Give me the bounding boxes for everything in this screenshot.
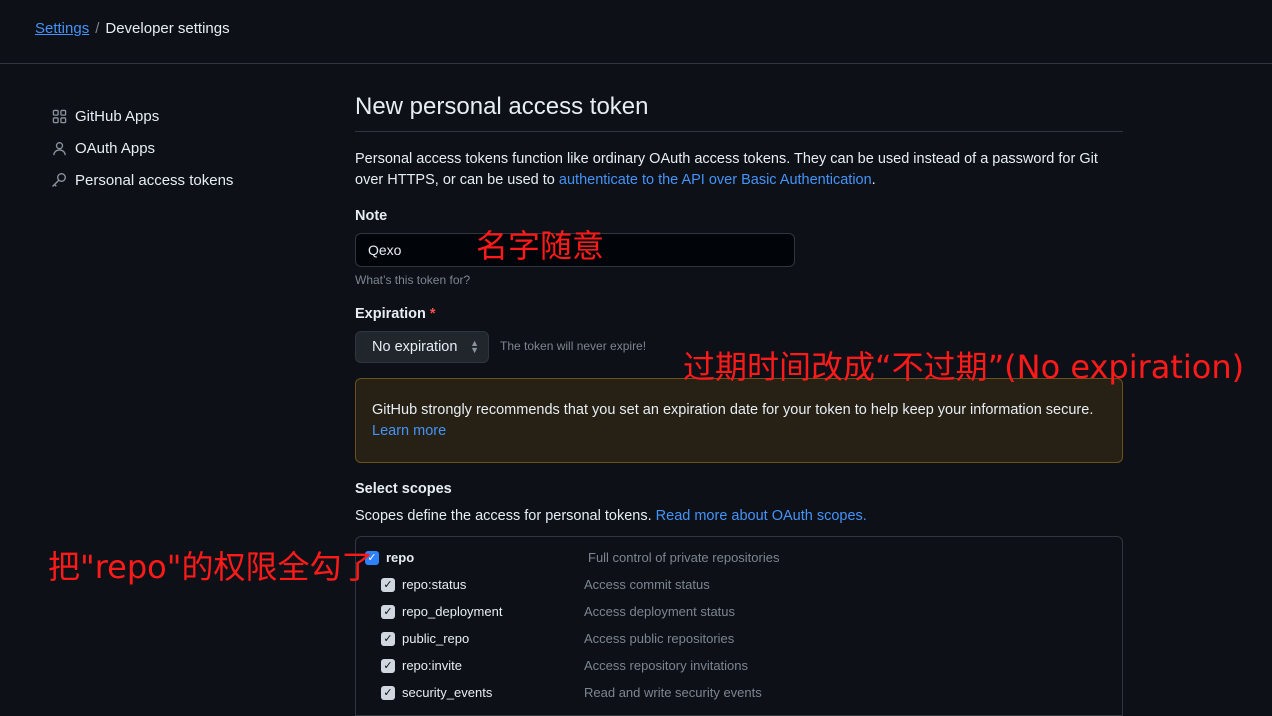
intro-suffix: . bbox=[871, 172, 876, 188]
scopes-desc-text: Scopes define the access for personal to… bbox=[355, 508, 656, 524]
annotation-note: 名字随意 bbox=[476, 227, 605, 265]
scope-desc: Read and write security events bbox=[584, 685, 762, 700]
scope-checkbox-public-repo[interactable]: ✓ bbox=[381, 631, 395, 646]
learn-more-link[interactable]: Learn more bbox=[372, 423, 446, 439]
expiration-select[interactable]: No expiration ▲ ▼ bbox=[355, 331, 489, 363]
annotation-expiration: 过期时间改成“不过期”(No expiration) bbox=[683, 348, 1245, 386]
annotation-repo: 把"repo"的权限全勾了 bbox=[48, 548, 374, 586]
expiration-selected-value: No expiration bbox=[372, 339, 458, 355]
scope-desc: Access commit status bbox=[584, 577, 710, 592]
sidebar-item-label: Personal access tokens bbox=[75, 171, 234, 189]
select-caret-icon: ▲ ▼ bbox=[470, 338, 479, 355]
required-mark: * bbox=[429, 306, 436, 322]
page-title: New personal access token bbox=[355, 93, 1123, 132]
new-token-form: New personal access token Personal acces… bbox=[355, 88, 1123, 716]
expiration-warning: GitHub strongly recommends that you set … bbox=[355, 378, 1123, 463]
scope-row-repo-deployment: ✓ repo_deployment Access deployment stat… bbox=[356, 598, 1122, 625]
expiration-label-text: Expiration bbox=[355, 306, 426, 322]
scope-checkbox-repo-status[interactable]: ✓ bbox=[381, 577, 395, 592]
intro-text: Personal access tokens function like ord… bbox=[355, 149, 1115, 191]
scope-row-repo-invite: ✓ repo:invite Access repository invitati… bbox=[356, 652, 1122, 679]
scope-name: repo:status bbox=[402, 577, 467, 592]
scope-desc: Access repository invitations bbox=[584, 658, 749, 673]
scope-desc: Full control of private repositories bbox=[588, 550, 780, 565]
breadcrumb: Settings / Developer settings bbox=[35, 20, 230, 37]
scope-name: public_repo bbox=[402, 631, 470, 646]
scope-checkbox-repo-deployment[interactable]: ✓ bbox=[381, 604, 395, 619]
scopes-label: Select scopes bbox=[355, 481, 452, 497]
key-icon bbox=[50, 171, 68, 189]
scopes-description: Scopes define the access for personal to… bbox=[355, 508, 867, 524]
breadcrumb-current: Developer settings bbox=[105, 20, 230, 37]
sidebar-item-label: OAuth Apps bbox=[75, 139, 156, 157]
scope-desc: Access deployment status bbox=[584, 604, 736, 619]
scope-name: repo bbox=[386, 550, 415, 565]
scopes-list: ✓ repo Full control of private repositor… bbox=[355, 536, 1123, 716]
sidebar-item-github-apps[interactable]: GitHub Apps bbox=[50, 100, 290, 132]
sidebar-item-personal-access-tokens[interactable]: Personal access tokens bbox=[50, 164, 290, 196]
note-label: Note bbox=[355, 208, 388, 224]
sidebar-item-oauth-apps[interactable]: OAuth Apps bbox=[50, 132, 290, 164]
developer-settings-sidebar: GitHub Apps OAuth Apps Personal access t… bbox=[50, 100, 290, 196]
person-icon bbox=[50, 139, 68, 157]
note-hint: What’s this token for? bbox=[355, 273, 471, 287]
breadcrumb-separator: / bbox=[95, 20, 100, 37]
breadcrumb-bar: Settings / Developer settings bbox=[0, 0, 1272, 64]
scope-row-public-repo: ✓ public_repo Access public repositories bbox=[356, 625, 1122, 652]
scope-desc: Access public repositories bbox=[584, 631, 735, 646]
breadcrumb-settings-link[interactable]: Settings bbox=[35, 20, 89, 37]
expiration-label: Expiration * bbox=[355, 306, 436, 322]
scope-name: repo_deployment bbox=[402, 604, 503, 619]
scope-checkbox-security-events[interactable]: ✓ bbox=[381, 685, 395, 700]
scope-row-security-events: ✓ security_events Read and write securit… bbox=[356, 679, 1122, 706]
scope-name: security_events bbox=[402, 685, 493, 700]
apps-grid-icon bbox=[50, 107, 68, 125]
scope-name: repo:invite bbox=[402, 658, 462, 673]
scope-row-repo-status: ✓ repo:status Access commit status bbox=[356, 571, 1122, 598]
warning-text: GitHub strongly recommends that you set … bbox=[372, 402, 1094, 418]
scope-checkbox-repo-invite[interactable]: ✓ bbox=[381, 658, 395, 673]
basic-auth-link[interactable]: authenticate to the API over Basic Authe… bbox=[559, 172, 872, 188]
sidebar-item-label: GitHub Apps bbox=[75, 107, 160, 125]
oauth-scopes-link[interactable]: Read more about OAuth scopes. bbox=[656, 508, 867, 524]
scope-row-repo: ✓ repo Full control of private repositor… bbox=[356, 544, 1122, 571]
expiration-note: The token will never expire! bbox=[500, 339, 647, 353]
